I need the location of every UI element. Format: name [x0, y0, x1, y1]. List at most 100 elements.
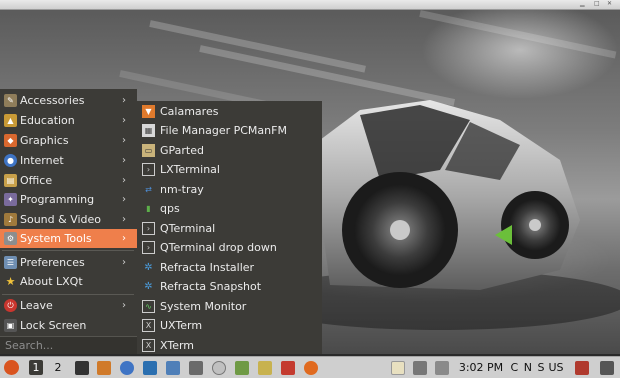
submenu-item-label: Refracta Installer — [160, 261, 255, 274]
firefox-icon — [304, 360, 318, 375]
keyboard-layout[interactable]: US — [547, 358, 565, 377]
chevron-right-icon: › — [122, 214, 126, 225]
menu-item-label: Internet — [20, 154, 64, 167]
menu-item-leave[interactable]: ⏻ Leave › — [0, 296, 137, 315]
menu-item-label: System Tools — [20, 232, 92, 245]
window-titlebar: ▁ □ ✕ — [0, 0, 620, 10]
drive-tray-button[interactable] — [433, 358, 451, 377]
menu-item-internet[interactable]: ● Internet › — [0, 151, 137, 170]
terminal-icon: › — [142, 163, 155, 176]
lock-screen-icon: ▣ — [4, 319, 17, 332]
menu-item-sound-video[interactable]: ♪ Sound & Video › — [0, 210, 137, 229]
start-menu-button[interactable] — [2, 358, 20, 377]
calamares-icon: ▼ — [142, 105, 155, 118]
submenu-item-calamares[interactable]: ▼ Calamares — [137, 102, 322, 121]
close-icon[interactable]: ✕ — [607, 1, 612, 7]
taskbar-launcher[interactable] — [233, 358, 251, 377]
show-desktop-button[interactable] — [73, 358, 91, 377]
menu-item-label: Lock Screen — [20, 319, 87, 332]
submenu-item-gparted[interactable]: ▭ GParted — [137, 141, 322, 160]
menu-item-education[interactable]: ▲ Education › — [0, 111, 137, 130]
menu-item-programming[interactable]: ✦ Programming › — [0, 190, 137, 209]
network-tray-button[interactable] — [411, 358, 429, 377]
taskbar-launcher[interactable] — [302, 358, 320, 377]
workspace-2-button[interactable]: 2 — [49, 358, 67, 377]
monitor-icon — [75, 360, 89, 375]
clock[interactable]: 3:02 PM — [456, 358, 506, 377]
menu-item-label: Preferences — [20, 256, 85, 269]
taskbar-launcher[interactable] — [141, 358, 159, 377]
network-icon — [166, 360, 180, 375]
submenu-item-label: System Monitor — [160, 300, 247, 313]
clipboard-icon — [391, 360, 405, 375]
terminal-icon: › — [142, 241, 155, 254]
menu-item-system-tools[interactable]: ⚙ System Tools › — [0, 229, 137, 248]
taskbar-launcher[interactable] — [187, 358, 205, 377]
system-monitor-icon: ∿ — [142, 300, 155, 313]
submenu-item-system-monitor[interactable]: ∿ System Monitor — [137, 297, 322, 316]
taskbar-launcher[interactable] — [279, 358, 297, 377]
chevron-right-icon: › — [122, 155, 126, 166]
internet-icon: ● — [4, 154, 17, 167]
minimize-icon[interactable]: ▁ — [580, 1, 585, 7]
refracta-icon: ✲ — [144, 262, 153, 273]
taskbar-launcher[interactable] — [164, 358, 182, 377]
keyboard-indicators: C N S — [510, 361, 546, 374]
taskbar-launcher[interactable] — [210, 358, 228, 377]
menu-item-label: Graphics — [20, 134, 69, 147]
submenu-item-xterm[interactable]: X XTerm — [137, 336, 322, 355]
chevron-right-icon: › — [122, 135, 126, 146]
chevron-right-icon: › — [122, 175, 126, 186]
submenu-item-qterminal[interactable]: › QTerminal — [137, 219, 322, 238]
menu-item-office[interactable]: ▤ Office › — [0, 171, 137, 190]
menu-item-accessories[interactable]: ✎ Accessories › — [0, 91, 137, 110]
drive-icon — [435, 360, 449, 375]
clipboard-tray-button[interactable] — [389, 358, 407, 377]
globe-icon — [120, 360, 134, 375]
menu-item-graphics[interactable]: ◆ Graphics › — [0, 131, 137, 150]
submenu-item-label: QTerminal drop down — [160, 241, 277, 254]
workspace-1-button[interactable]: 1 — [27, 358, 45, 377]
removable-media-button[interactable] — [573, 358, 591, 377]
accessories-icon: ✎ — [4, 94, 17, 107]
taskbar-launcher[interactable] — [118, 358, 136, 377]
refracta-icon: ✲ — [144, 281, 153, 292]
submenu-item-qterminal-drop-down[interactable]: › QTerminal drop down — [137, 238, 322, 257]
chevron-right-icon: › — [122, 233, 126, 244]
menu-item-label: Programming — [20, 193, 95, 206]
network-icon: ⇄ — [145, 185, 152, 194]
taskbar-panel: 1 2 3:02 PM C N S US — [0, 356, 620, 378]
taskbar-launcher[interactable] — [95, 358, 113, 377]
gparted-icon: ▭ — [142, 144, 155, 157]
chevron-right-icon: › — [122, 257, 126, 268]
submenu-item-refracta-installer[interactable]: ✲ Refracta Installer — [137, 258, 322, 277]
disc-icon — [212, 360, 226, 375]
submenu-item-qps[interactable]: ▮ qps — [137, 199, 322, 218]
menu-item-lock-screen[interactable]: ▣ Lock Screen — [0, 316, 137, 335]
chevron-right-icon: › — [122, 115, 126, 126]
window-list-button[interactable] — [598, 358, 616, 377]
submenu-item-file-manager[interactable]: ▦ File Manager PCManFM — [137, 121, 322, 140]
submenu-item-uxterm[interactable]: X UXTerm — [137, 316, 322, 335]
submenu-item-lxterminal[interactable]: › LXTerminal — [137, 160, 322, 179]
preferences-icon: ☰ — [4, 256, 17, 269]
submenu-item-nm-tray[interactable]: ⇄ nm-tray — [137, 180, 322, 199]
submenu-item-label: UXTerm — [160, 319, 203, 332]
menu-item-label: Sound & Video — [20, 213, 102, 226]
submenu-item-label: nm-tray — [160, 183, 204, 196]
calamares-icon — [97, 360, 111, 375]
menu-item-about-lxqt[interactable]: ★ About LXQt — [0, 272, 137, 291]
education-icon: ▲ — [4, 114, 17, 127]
file-manager-icon: ▦ — [142, 124, 155, 137]
window-list-icon — [600, 360, 614, 375]
submenu-item-label: Calamares — [160, 105, 219, 118]
archive-icon — [258, 360, 272, 375]
taskbar-launcher[interactable] — [256, 358, 274, 377]
submenu-item-label: XTerm — [160, 339, 195, 352]
mail-icon — [143, 360, 157, 375]
maximize-icon[interactable]: □ — [594, 1, 600, 7]
menu-item-preferences[interactable]: ☰ Preferences › — [0, 253, 137, 272]
submenu-item-label: LXTerminal — [160, 163, 220, 176]
submenu-item-refracta-snapshot[interactable]: ✲ Refracta Snapshot — [137, 277, 322, 296]
menu-search-input[interactable]: Search... — [0, 336, 137, 354]
